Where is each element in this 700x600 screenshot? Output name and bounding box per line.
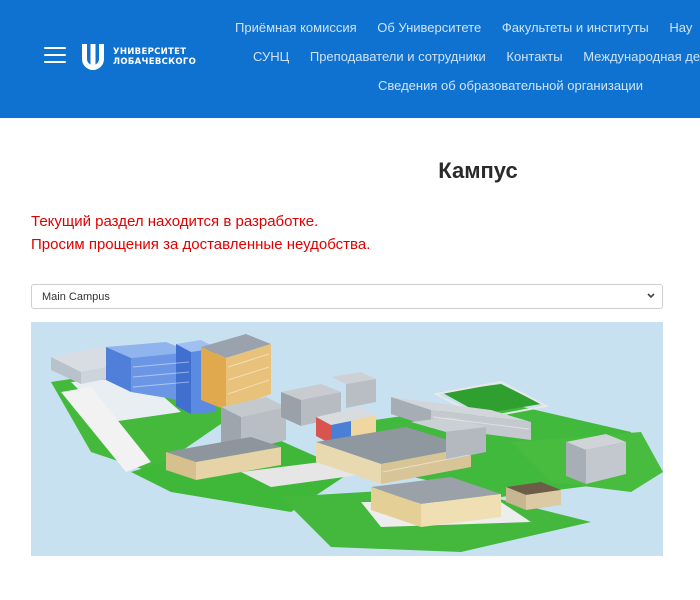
nav-link-about[interactable]: Об Университете [377, 20, 481, 35]
building-grey-3-side [346, 379, 376, 408]
nav-link-faculties[interactable]: Факультеты и институты [502, 20, 649, 35]
page-title: Кампус [438, 158, 518, 183]
nav-link-org-info[interactable]: Сведения об образовательной организации [378, 78, 643, 93]
campus-select-value: Main Campus [42, 290, 110, 303]
campus-select[interactable]: Main Campus [31, 284, 663, 309]
logo-line-2: ЛОБАЧЕВСКОГО [113, 57, 197, 67]
tower-blue-front [176, 344, 191, 414]
campus-map-illustration [51, 334, 663, 552]
building-orange-front [201, 347, 226, 410]
nav-link-admission[interactable]: Приёмная комиссия [235, 20, 357, 35]
nav-row-1: Приёмная комиссия Об Университете Факуль… [235, 20, 700, 35]
site-header: УНИВЕРСИТЕТ ЛОБАЧЕВСКОГО Приёмная комисс… [0, 0, 700, 118]
development-notice: Текущий раздел находится в разработке. П… [31, 210, 370, 256]
nav-link-contacts[interactable]: Контакты [506, 49, 562, 64]
nav-row-3: Сведения об образовательной организации [378, 78, 660, 93]
logo-line-1: УНИВЕРСИТЕТ [113, 47, 187, 57]
nav-link-staff[interactable]: Преподаватели и сотрудники [310, 49, 486, 64]
notice-line-1: Текущий раздел находится в разработке. [31, 213, 319, 230]
nav-row-2: СУНЦ Преподаватели и сотрудники Контакты… [253, 49, 700, 64]
university-logo-icon [82, 44, 104, 70]
logo-text: УНИВЕРСИТЕТ ЛОБАЧЕВСКОГО [113, 47, 196, 67]
campus-map[interactable] [31, 322, 663, 556]
menu-icon[interactable] [44, 47, 66, 65]
nav-link-international[interactable]: Международная дея [583, 49, 700, 64]
chevron-down-icon [647, 293, 655, 299]
nav-link-sunc[interactable]: СУНЦ [253, 49, 289, 64]
notice-line-2: Просим прощения за доставленные неудобст… [31, 236, 371, 253]
university-logo[interactable]: УНИВЕРСИТЕТ ЛОБАЧЕВСКОГО [80, 42, 196, 72]
nav-link-science[interactable]: Нау [669, 20, 692, 35]
